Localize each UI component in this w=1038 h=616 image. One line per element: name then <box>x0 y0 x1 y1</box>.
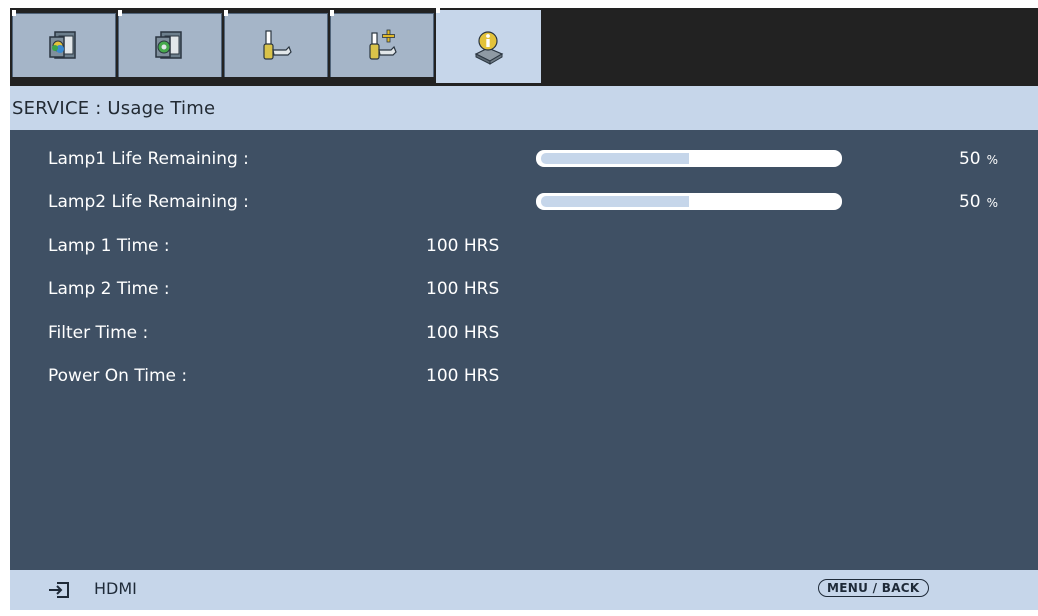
display-settings-icon <box>152 28 188 64</box>
lamp2-life-label: Lamp2 Life Remaining : <box>48 192 249 212</box>
tab-bar <box>10 8 1038 86</box>
lamp2-life-percent-unit: % <box>986 196 998 210</box>
advanced-tools-icon <box>364 28 400 64</box>
page-header: SERVICE : Usage Time <box>10 86 1038 130</box>
menu-back-button[interactable]: MENU / BACK <box>818 579 929 597</box>
power-on-time-value: 100 HRS <box>426 366 500 386</box>
tab-service-info[interactable] <box>436 8 541 83</box>
tab-divider <box>12 10 16 16</box>
tab-divider <box>330 10 334 16</box>
tab-divider <box>224 10 228 16</box>
tab-setup-tools[interactable] <box>224 10 328 77</box>
lamp1-life-label: Lamp1 Life Remaining : <box>48 149 249 169</box>
lamp2-time-row: Lamp 2 Time : 100 HRS <box>48 274 1018 304</box>
page-title: SERVICE : Usage Time <box>12 97 216 119</box>
filter-time-label: Filter Time : <box>48 323 149 343</box>
tab-divider <box>118 10 122 16</box>
lamp1-life-bar <box>536 150 842 167</box>
lamp1-time-label: Lamp 1 Time : <box>48 236 170 256</box>
lamp1-time-value: 100 HRS <box>426 236 500 256</box>
filter-time-row: Filter Time : 100 HRS <box>48 318 1018 348</box>
service-info-icon <box>470 28 508 66</box>
tab-advanced-tools[interactable] <box>330 10 434 77</box>
osd-menu-window: SERVICE : Usage Time Lamp1 Life Remainin… <box>10 8 1038 610</box>
lamp1-life-bar-fill <box>541 153 689 164</box>
filter-time-value: 100 HRS <box>426 323 500 343</box>
lamp1-life-row: Lamp1 Life Remaining : 50% <box>48 144 1018 174</box>
lamp2-life-percent-value: 50 <box>958 192 981 212</box>
setup-tools-icon <box>258 28 294 64</box>
lamp2-life-row: Lamp2 Life Remaining : 50% <box>48 187 1018 217</box>
status-footer: HDMI MENU / BACK <box>10 570 1038 610</box>
display-picture-icon <box>46 28 82 64</box>
lamp2-life-percent: 50% <box>959 187 998 218</box>
lamp1-life-percent: 50% <box>959 144 998 175</box>
lamp2-life-bar <box>536 193 842 210</box>
lamp2-life-bar-fill <box>541 196 689 207</box>
lamp2-time-value: 100 HRS <box>426 279 500 299</box>
input-source-icon <box>48 582 70 602</box>
lamp1-life-percent-value: 50 <box>958 149 981 169</box>
tab-divider <box>436 8 440 13</box>
usage-time-panel: Lamp1 Life Remaining : 50% Lamp2 Life Re… <box>10 130 1038 570</box>
lamp1-time-row: Lamp 1 Time : 100 HRS <box>48 231 1018 261</box>
lamp2-time-label: Lamp 2 Time : <box>48 279 170 299</box>
lamp1-life-percent-unit: % <box>986 153 998 167</box>
tab-display-settings[interactable] <box>118 10 222 77</box>
power-on-time-row: Power On Time : 100 HRS <box>48 361 1018 391</box>
power-on-time-label: Power On Time : <box>48 366 188 386</box>
tab-display-picture[interactable] <box>12 10 116 77</box>
input-source-label: HDMI <box>94 579 137 598</box>
